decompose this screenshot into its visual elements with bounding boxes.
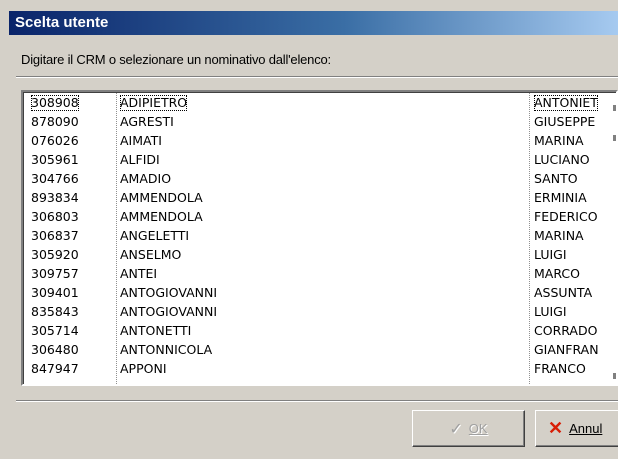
list-item[interactable]: 306480 ANTONNICOLA GIANFRAN [27, 342, 616, 358]
x-icon: ✕ [548, 418, 564, 438]
cancel-button-label: Annul [569, 421, 603, 436]
list-item[interactable]: 306803 AMMENDOLA FEDERICO [27, 209, 616, 225]
list-item[interactable]: 305961 ALFIDI LUCIANO [27, 152, 616, 168]
list-item-name: GIANFRAN [534, 342, 599, 357]
instruction-label: Digitare il CRM o selezionare un nominat… [21, 52, 331, 67]
list-item[interactable]: 305920 ANSELMO LUIGI [27, 247, 616, 263]
list-item[interactable]: 309757 ANTEI MARCO [27, 266, 616, 282]
separator-bottom [16, 400, 618, 402]
list-item-code: 305920 [31, 247, 79, 262]
list-item-name: MARINA [534, 133, 584, 148]
list-item-name: LUCIANO [534, 152, 590, 167]
list-item-surname: ANTONETTI [120, 323, 192, 338]
list-item-code: 076026 [31, 133, 79, 148]
cancel-button[interactable]: ✕ Annul [535, 410, 618, 447]
list-item-code: 305961 [31, 152, 79, 167]
list-item-surname: AMMENDOLA [120, 190, 203, 205]
list-item-code: 306803 [31, 209, 79, 224]
check-icon: ✓ [449, 420, 463, 438]
list-item-surname: ANTOGIOVANNI [120, 304, 218, 319]
list-item-name: FEDERICO [534, 209, 598, 224]
list-item-surname: ANSELMO [120, 247, 182, 262]
list-item-name: MARINA [534, 228, 584, 243]
list-item-name: MARCO [534, 266, 580, 281]
list-item-code: 893834 [31, 190, 79, 205]
list-item[interactable]: 304766 AMADIO SANTO [27, 171, 616, 187]
list-item-surname: AIMATI [120, 133, 162, 148]
ok-button[interactable]: ✓ OK [412, 410, 525, 447]
list-item-code: 309757 [31, 266, 79, 281]
list-item-code: 306837 [31, 228, 79, 243]
list-item-surname: ANTONNICOLA [120, 342, 213, 357]
list-item-surname: APPONI [120, 361, 167, 376]
list-item-code: 306480 [31, 342, 79, 357]
list-item-code: 835843 [31, 304, 79, 319]
list-item-code: 878090 [31, 114, 79, 129]
list-item[interactable]: 878090 AGRESTI GIUSEPPE [27, 114, 616, 130]
list-item-surname: AMMENDOLA [120, 209, 203, 224]
separator-top [16, 76, 618, 78]
list-item-code: 309401 [31, 285, 79, 300]
list-item-surname: ALFIDI [120, 152, 160, 167]
list-item-surname: ANGELETTI [120, 228, 190, 243]
list-item-surname: ANTOGIOVANNI [120, 285, 218, 300]
list-item[interactable]: 076026 AIMATI MARINA [27, 133, 616, 149]
list-item-surname: ANTEI [120, 266, 158, 281]
list-item-code: 305714 [31, 323, 79, 338]
list-item[interactable]: 835843 ANTOGIOVANNI LUIGI [27, 304, 616, 320]
list-item-code: 304766 [31, 171, 79, 186]
list-item-name: ERMINIA [534, 190, 587, 205]
list-item-surname: ADIPIETRO [120, 95, 188, 111]
ok-button-label: OK [468, 421, 488, 436]
list-item[interactable]: 305714 ANTONETTI CORRADO [27, 323, 616, 339]
list-item-code: 847947 [31, 361, 79, 376]
list-item-name: FRANCO [534, 361, 586, 376]
list-item[interactable]: 309401 ANTOGIOVANNI ASSUNTA [27, 285, 616, 301]
list-item-name: CORRADO [534, 323, 598, 338]
list-item-surname: AMADIO [120, 171, 172, 186]
dialog-title: Scelta utente [15, 14, 109, 31]
list-item[interactable]: 308908 ADIPIETRO ANTONIET [27, 95, 616, 111]
list-item-name: LUIGI [534, 247, 567, 262]
list-item-name: ANTONIET [534, 95, 598, 111]
list-item[interactable]: 893834 AMMENDOLA ERMINIA [27, 190, 616, 206]
list-item-surname: AGRESTI [120, 114, 174, 129]
list-item-name: ASSUNTA [534, 285, 593, 300]
list-item-name: LUIGI [534, 304, 567, 319]
dialog-title-bar[interactable]: Scelta utente [9, 11, 618, 35]
user-listbox[interactable]: 308908 ADIPIETRO ANTONIET 878090 AGRESTI GIUS… [21, 90, 618, 386]
list-item-name: SANTO [534, 171, 578, 186]
list-item-name: GIUSEPPE [534, 114, 596, 129]
list-item-code: 308908 [31, 95, 79, 111]
user-list-rows: 308908 ADIPIETRO ANTONIET 878090 AGRESTI GIUS… [23, 92, 616, 384]
list-item[interactable]: 847947 APPONI FRANCO [27, 361, 616, 377]
list-item[interactable]: 306837 ANGELETTI MARINA [27, 228, 616, 244]
